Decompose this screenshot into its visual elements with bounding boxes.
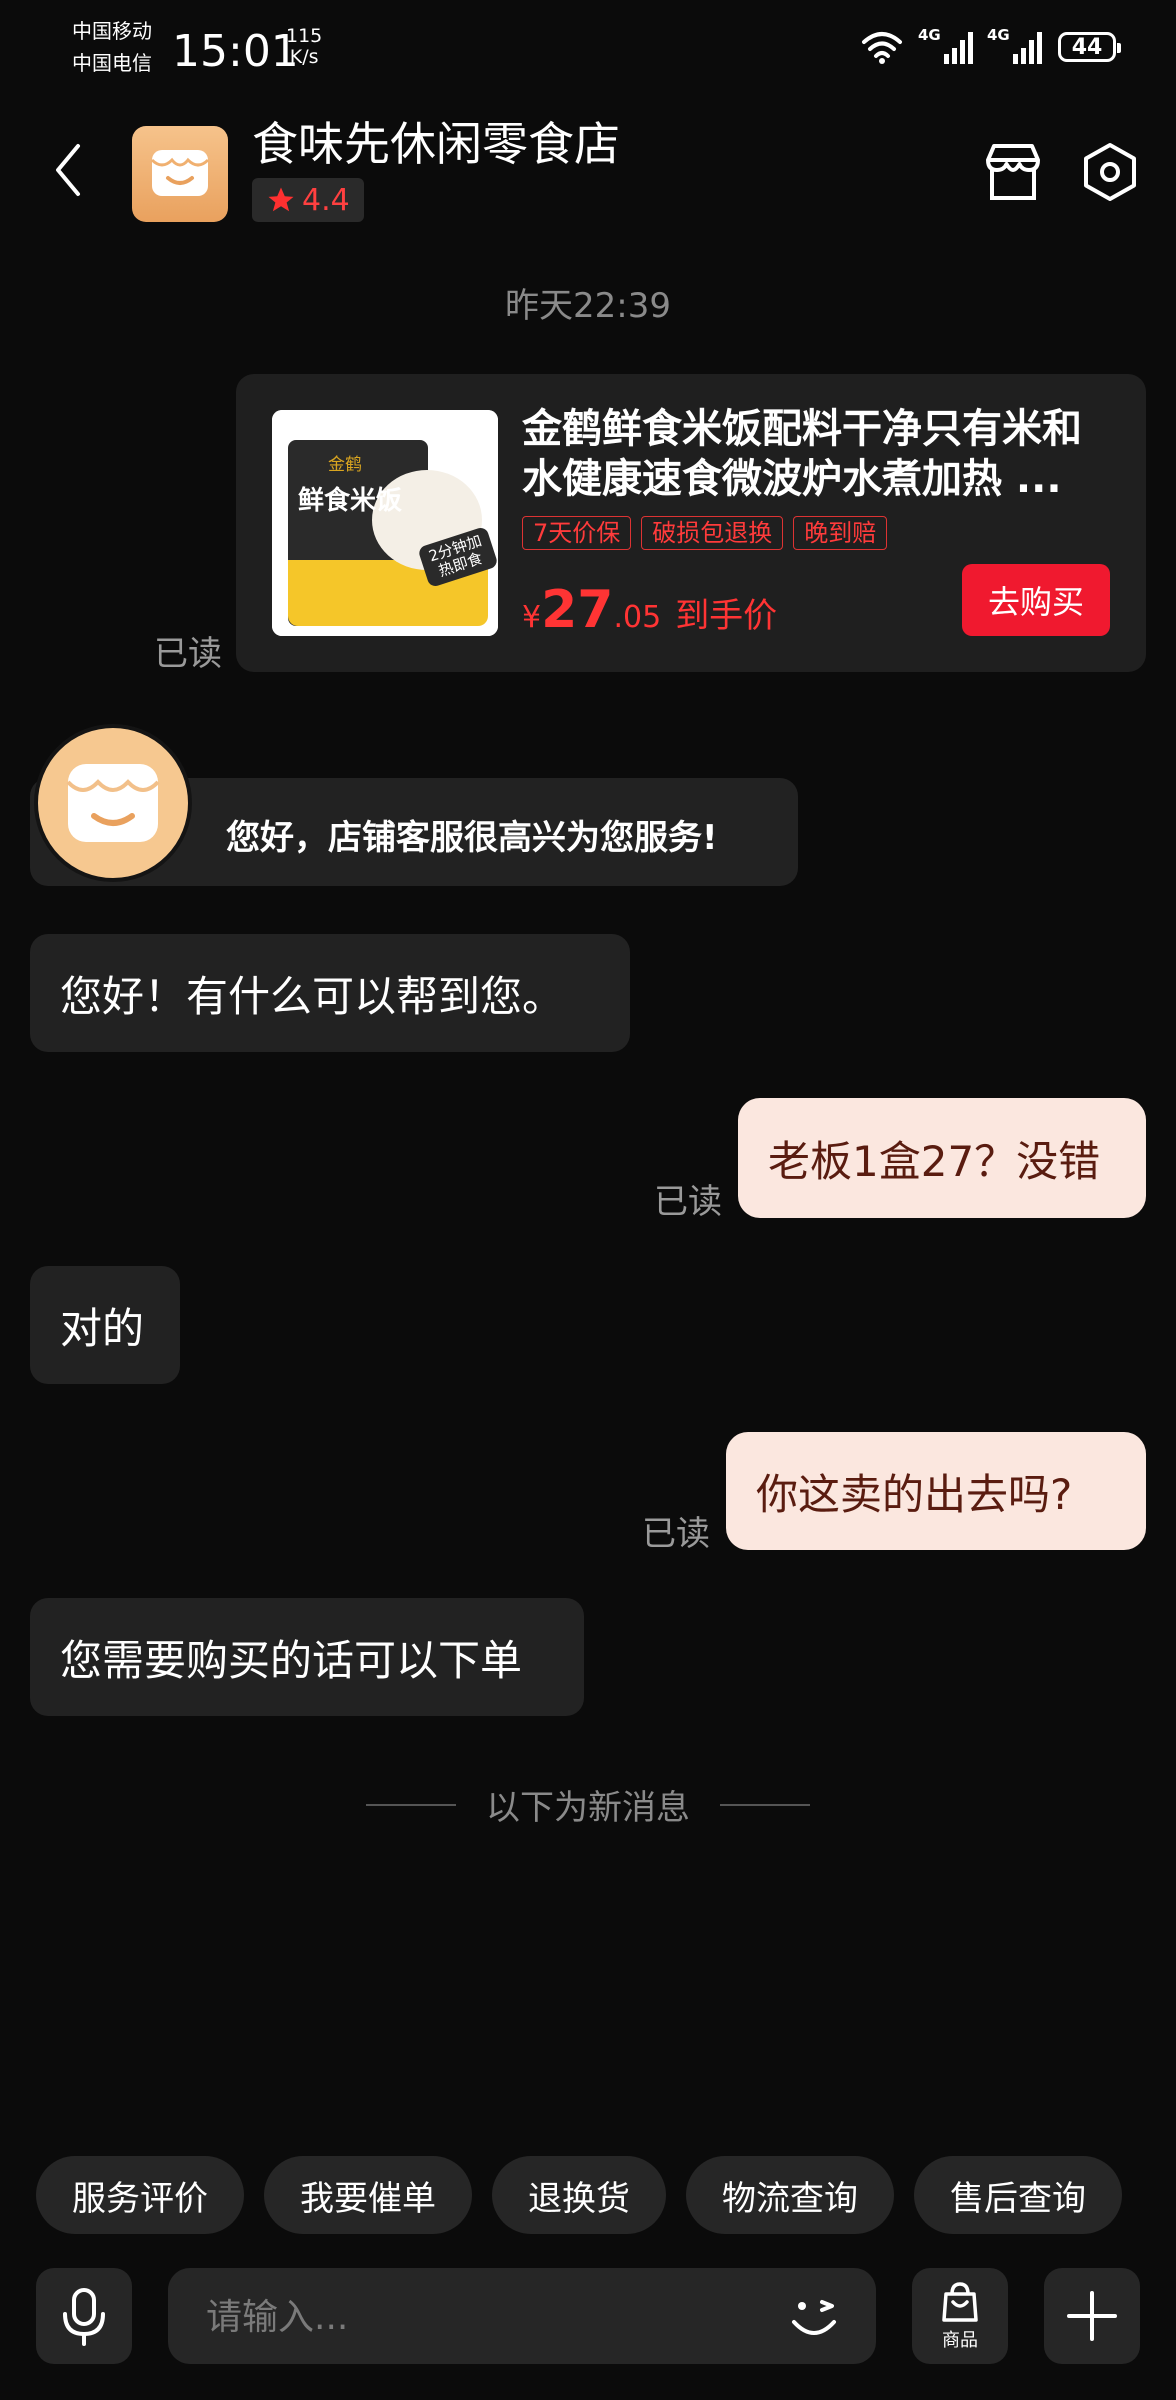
message-bubble[interactable]: 你这卖的出去吗?: [726, 1432, 1146, 1550]
chevron-left-icon: [56, 144, 80, 196]
product-image[interactable]: 金鹤 鲜食米饭 2分钟加热即食: [272, 410, 498, 636]
settings-button[interactable]: [1080, 142, 1140, 206]
signal-icon-1: 4G: [918, 26, 973, 64]
battery-icon: 44: [1058, 32, 1121, 62]
battery-level: 44: [1071, 34, 1103, 60]
status-time: 15:01: [172, 26, 299, 77]
emoji-button[interactable]: [788, 2292, 840, 2346]
more-button[interactable]: [1044, 2268, 1140, 2364]
new-messages-divider: 以下为新消息: [0, 1780, 1176, 1829]
message-bubble[interactable]: 您需要购买的话可以下单: [30, 1598, 584, 1716]
microphone-icon: [63, 2288, 105, 2346]
emoji-wink-icon: [792, 2300, 836, 2335]
price-label: 到手价: [675, 596, 778, 636]
back-button[interactable]: [48, 140, 88, 200]
product-price: ¥ 27 .05 到手价: [522, 580, 777, 640]
rating-value: 4.4: [302, 182, 350, 218]
settings-hexagon-icon: [1084, 143, 1136, 201]
quick-reply-chip[interactable]: 物流查询: [686, 2156, 894, 2234]
shop-logo-icon: [150, 150, 210, 196]
shop-logo[interactable]: [132, 126, 228, 222]
product-title[interactable]: 金鹤鲜食米饭配料干净只有米和水健康速食微波炉水煮加热 ...: [522, 404, 1120, 504]
product-tag: 破损包退换: [641, 516, 784, 550]
product-tag: 7天价保: [522, 516, 632, 550]
message-input-box: [168, 2268, 876, 2366]
signal-icon-2: 4G: [987, 26, 1042, 64]
star-icon: [268, 187, 294, 212]
shop-name[interactable]: 食味先休闲零食店: [252, 108, 620, 174]
buy-button[interactable]: 去购买: [962, 564, 1110, 636]
network-type-2: 4G: [987, 26, 1010, 44]
new-messages-label: 以下为新消息: [486, 1788, 690, 1828]
message-text: 您好！有什么可以帮到您。: [60, 971, 565, 1021]
read-status: 已读: [654, 1182, 722, 1222]
net-speed: 115 K/s: [286, 26, 322, 68]
net-speed-value: 115: [286, 25, 323, 47]
avatar[interactable]: [34, 724, 192, 882]
price-currency: ¥: [522, 600, 542, 635]
quick-reply-chip[interactable]: 售后查询: [914, 2156, 1122, 2234]
message-bubble[interactable]: 对的: [30, 1266, 180, 1384]
product-button-label: 商品: [942, 2330, 978, 2351]
store-icon: [986, 144, 1040, 200]
message-bubble[interactable]: 老板1盒27？没错: [738, 1098, 1146, 1218]
quick-reply-chip[interactable]: 退换货: [492, 2156, 666, 2234]
shop-rating: 4.4: [252, 178, 364, 222]
shop-avatar-icon: [66, 764, 160, 842]
voice-button[interactable]: [36, 2268, 132, 2364]
message-text: 老板1盒27？没错: [768, 1136, 1101, 1186]
message-bubble[interactable]: 您好！有什么可以帮到您。: [30, 934, 630, 1052]
quick-reply-chip[interactable]: 服务评价: [36, 2156, 244, 2234]
product-tag: 晚到赔: [793, 516, 888, 550]
wifi-icon: [862, 32, 902, 64]
net-speed-unit: K/s: [289, 46, 319, 68]
quick-reply-chip[interactable]: 我要催单: [264, 2156, 472, 2234]
product-image-label: 鲜食米饭: [298, 486, 403, 516]
carrier-1: 中国移动: [72, 19, 152, 43]
message-text: 你这卖的出去吗?: [756, 1469, 1073, 1519]
message-text: 您需要购买的话可以下单: [60, 1635, 523, 1685]
store-button[interactable]: [982, 142, 1044, 206]
welcome-message: 您好，店铺客服很高兴为您服务!: [226, 818, 718, 858]
plus-icon: [1067, 2291, 1117, 2341]
network-type-1: 4G: [918, 26, 941, 44]
product-tags: 7天价保 破损包退换 晚到赔: [522, 516, 888, 550]
read-status: 已读: [642, 1514, 710, 1554]
product-image-brand: 金鹤: [328, 455, 362, 475]
product-button[interactable]: 商品: [912, 2268, 1008, 2364]
shopping-bag-icon: [942, 2282, 978, 2322]
quick-replies: 服务评价 我要催单 退换货 物流查询 售后查询: [36, 2156, 1122, 2234]
message-input[interactable]: [204, 2268, 768, 2366]
carrier-2: 中国电信: [72, 51, 152, 75]
message-text: 对的: [60, 1303, 145, 1353]
read-status: 已读: [154, 634, 222, 674]
price-decimal: .05: [613, 600, 662, 635]
chat-timestamp: 昨天22:39: [505, 286, 671, 326]
price-integer: 27: [541, 580, 614, 640]
status-icons: 4G 4G 44: [860, 26, 1121, 64]
